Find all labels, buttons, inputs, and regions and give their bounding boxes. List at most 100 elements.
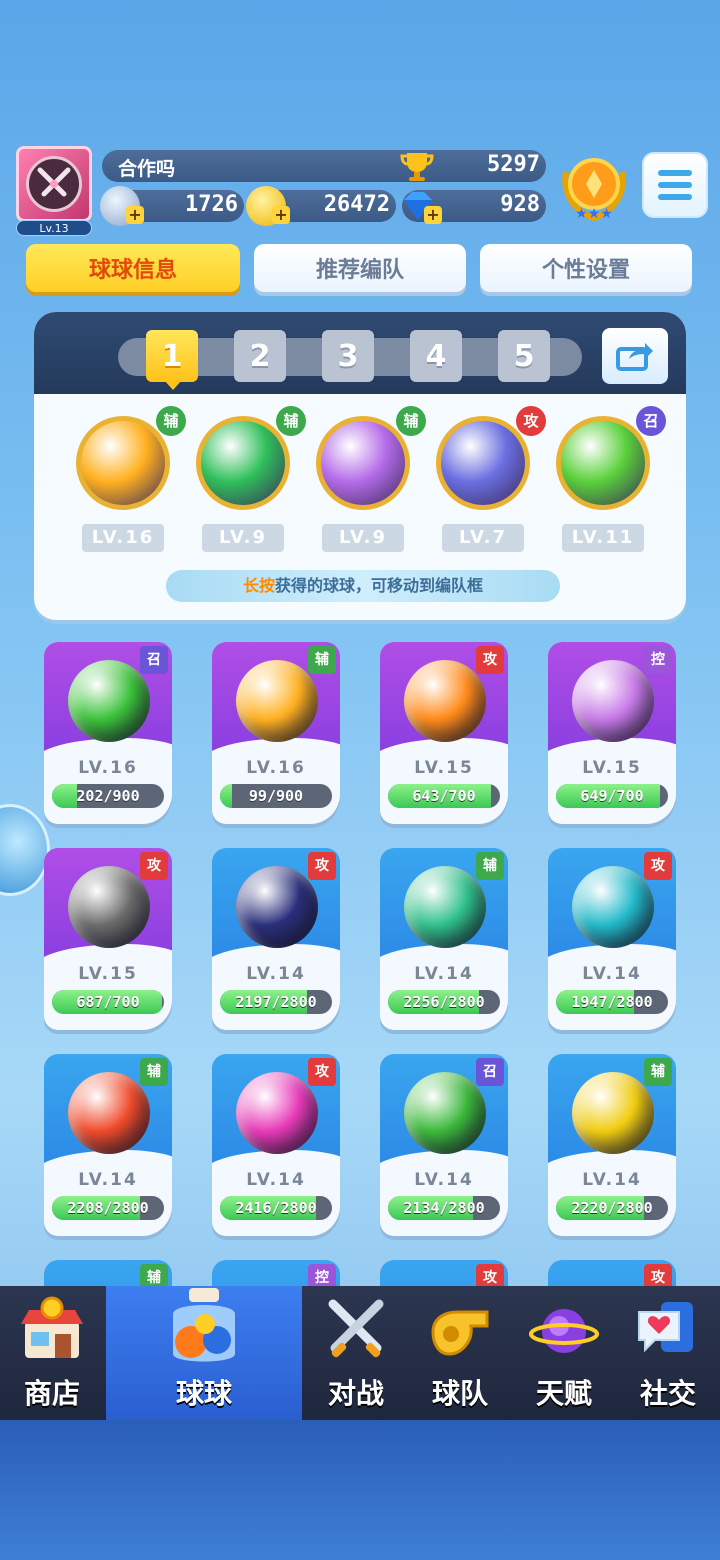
player-name: 合作吗 bbox=[118, 158, 176, 180]
ball-icon bbox=[236, 660, 318, 742]
ball-progress-text: 649/700 bbox=[580, 787, 644, 805]
ball-level: LV.15 bbox=[582, 758, 642, 778]
ball-progress-bar: 202/900 bbox=[52, 784, 164, 808]
ball-card[interactable]: 辅 LV.14 2208/2800 bbox=[44, 1054, 172, 1236]
player-avatar[interactable] bbox=[16, 146, 92, 222]
ball-card[interactable]: 召 LV.14 2134/2800 bbox=[380, 1054, 508, 1236]
ball-progress-bar: 1947/2800 bbox=[556, 990, 668, 1014]
team-slot-3[interactable]: 3 bbox=[322, 330, 374, 382]
ball-progress-bar: 2256/2800 bbox=[388, 990, 500, 1014]
trophy-icon bbox=[400, 150, 434, 182]
chat-heart-icon bbox=[633, 1296, 703, 1366]
ball-role-badge: 攻 bbox=[476, 646, 504, 674]
ball-icon bbox=[572, 1072, 654, 1154]
team-ball-5-role: 召 bbox=[636, 406, 666, 436]
nav-team[interactable]: 球队 bbox=[408, 1286, 512, 1420]
nav-talent-label: 天赋 bbox=[535, 1377, 592, 1410]
ball-level: LV.16 bbox=[78, 758, 138, 778]
nav-balls[interactable]: 球球 bbox=[106, 1286, 302, 1420]
ball-level: LV.14 bbox=[246, 1170, 306, 1190]
team-ball-4[interactable] bbox=[436, 416, 530, 510]
side-drawer-tab[interactable] bbox=[0, 804, 50, 896]
team-ball-3[interactable] bbox=[316, 416, 410, 510]
team-ball-4-level: LV.7 bbox=[442, 524, 524, 552]
ball-role-badge: 辅 bbox=[308, 646, 336, 674]
ball-role-badge: 控 bbox=[644, 646, 672, 674]
ball-progress-text: 1947/2800 bbox=[571, 993, 653, 1011]
share-button[interactable] bbox=[602, 328, 668, 384]
team-ball-4-role: 攻 bbox=[516, 406, 546, 436]
ball-card[interactable]: 攻 LV.15 643/700 bbox=[380, 642, 508, 824]
team-ball-5[interactable] bbox=[556, 416, 650, 510]
ball-card[interactable]: 辅 LV.14 2256/2800 bbox=[380, 848, 508, 1030]
ball-icon bbox=[236, 866, 318, 948]
drag-hint: 长按获得的球球，可移动到编队框 bbox=[166, 570, 560, 602]
ball-level: LV.14 bbox=[414, 964, 474, 984]
nav-team-label: 球队 bbox=[431, 1377, 488, 1410]
team-slot-1[interactable]: 1 bbox=[146, 330, 198, 382]
ball-card[interactable]: 攻 LV.14 2197/2800 bbox=[212, 848, 340, 1030]
ball-icon bbox=[572, 866, 654, 948]
ball-card[interactable]: 召 LV.16 202/900 bbox=[44, 642, 172, 824]
gold-value: 26472 bbox=[323, 192, 390, 217]
ball-icon bbox=[404, 660, 486, 742]
ball-progress-text: 687/700 bbox=[76, 993, 140, 1011]
nav-social[interactable]: 社交 bbox=[616, 1286, 720, 1420]
menu-button[interactable] bbox=[642, 152, 708, 218]
ball-progress-bar: 2220/2800 bbox=[556, 1196, 668, 1220]
tab-recommended-team[interactable]: 推荐编队 bbox=[254, 244, 466, 292]
ball-card-partial[interactable]: 攻 bbox=[548, 1260, 676, 1288]
team-ball-1[interactable] bbox=[76, 416, 170, 510]
active-slot-indicator bbox=[164, 380, 182, 390]
ball-progress-bar: 649/700 bbox=[556, 784, 668, 808]
ball-progress-text: 2208/2800 bbox=[67, 1199, 149, 1217]
ball-card[interactable]: 攻 LV.14 1947/2800 bbox=[548, 848, 676, 1030]
nav-shop[interactable]: 商店 bbox=[0, 1286, 104, 1420]
team-slot-4[interactable]: 4 bbox=[410, 330, 462, 382]
ball-level: LV.14 bbox=[582, 964, 642, 984]
rank-badge-icon[interactable]: ★★★ bbox=[560, 152, 628, 224]
planet-icon bbox=[529, 1296, 599, 1366]
ball-card[interactable]: 辅 LV.14 2220/2800 bbox=[548, 1054, 676, 1236]
ball-icon bbox=[68, 866, 150, 948]
diamond-icon[interactable]: + bbox=[398, 186, 442, 226]
tab-ball-info[interactable]: 球球信息 bbox=[26, 244, 240, 292]
ball-level: LV.14 bbox=[582, 1170, 642, 1190]
ball-card[interactable]: 辅 LV.16 99/900 bbox=[212, 642, 340, 824]
team-ball-2[interactable] bbox=[196, 416, 290, 510]
ball-card-partial[interactable]: 攻 bbox=[380, 1260, 508, 1288]
ball-icon bbox=[404, 1072, 486, 1154]
nav-talent[interactable]: 天赋 bbox=[512, 1286, 616, 1420]
team-slot-2[interactable]: 2 bbox=[234, 330, 286, 382]
ball-role-badge: 辅 bbox=[476, 852, 504, 880]
nav-battle[interactable]: 对战 bbox=[304, 1286, 408, 1420]
ball-icon bbox=[68, 660, 150, 742]
ball-progress-text: 202/900 bbox=[76, 787, 140, 805]
ball-progress-text: 2416/2800 bbox=[235, 1199, 317, 1217]
stamina-value: 1726 bbox=[185, 192, 238, 217]
ball-card[interactable]: 攻 LV.15 687/700 bbox=[44, 848, 172, 1030]
ball-card[interactable]: 攻 LV.14 2416/2800 bbox=[212, 1054, 340, 1236]
star-coin-icon[interactable]: + bbox=[100, 186, 144, 226]
ball-role-badge: 攻 bbox=[308, 852, 336, 880]
ball-role-badge: 攻 bbox=[476, 1264, 504, 1288]
ball-role-badge: 攻 bbox=[308, 1058, 336, 1086]
team-ball-2-role: 辅 bbox=[276, 406, 306, 436]
ball-icon bbox=[572, 660, 654, 742]
ball-progress-text: 2220/2800 bbox=[571, 1199, 653, 1217]
ball-progress-text: 99/900 bbox=[248, 787, 304, 805]
ball-progress-bar: 2208/2800 bbox=[52, 1196, 164, 1220]
team-slot-5[interactable]: 5 bbox=[498, 330, 550, 382]
svg-text:★★★: ★★★ bbox=[575, 206, 613, 222]
gold-coin-icon[interactable]: + bbox=[246, 186, 290, 226]
ball-icon bbox=[236, 1072, 318, 1154]
ball-icon bbox=[404, 866, 486, 948]
nav-social-label: 社交 bbox=[639, 1377, 696, 1410]
team-ball-1-level: LV.16 bbox=[82, 524, 164, 552]
ball-role-badge: 召 bbox=[476, 1058, 504, 1086]
ball-card-partial[interactable]: 辅 bbox=[44, 1260, 172, 1288]
ball-progress-text: 2197/2800 bbox=[235, 993, 317, 1011]
ball-card[interactable]: 控 LV.15 649/700 bbox=[548, 642, 676, 824]
ball-progress-text: 2256/2800 bbox=[403, 993, 485, 1011]
tab-personal-settings[interactable]: 个性设置 bbox=[480, 244, 692, 292]
